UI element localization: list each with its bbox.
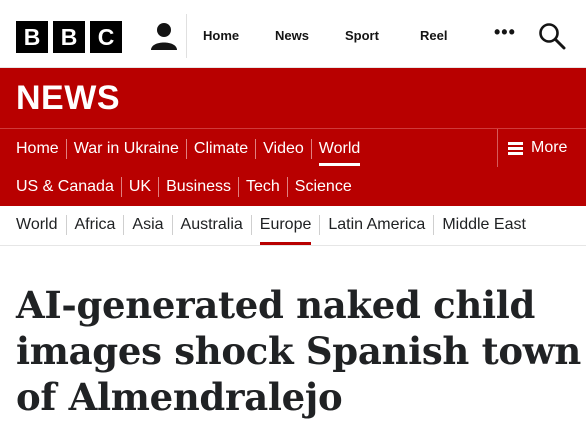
section-nav-world[interactable]: World [310, 139, 368, 166]
topnav-home[interactable]: Home [203, 28, 239, 43]
section-more-label: More [531, 139, 568, 156]
logo-letter-b1: B [16, 21, 48, 53]
hamburger-icon [508, 141, 523, 155]
region-nav-europe[interactable]: Europe [250, 215, 320, 245]
region-nav-world[interactable]: World [16, 215, 66, 235]
more-menu-button[interactable]: ••• [494, 22, 516, 43]
region-sub-nav: World Africa Asia Australia Europe Latin… [0, 206, 586, 246]
topnav-reel[interactable]: Reel [420, 28, 447, 43]
article-headline: AI-generated naked child images shock Sp… [16, 283, 581, 419]
section-nav-us-canada[interactable]: US & Canada [16, 177, 121, 197]
news-brand-title[interactable]: NEWS [16, 79, 120, 118]
region-nav-australia[interactable]: Australia [171, 215, 251, 235]
section-nav-row-1: Home War in Ukraine Climate Video World [16, 139, 368, 166]
account-icon[interactable] [148, 20, 180, 52]
section-nav-tech[interactable]: Tech [238, 177, 287, 197]
section-nav-climate[interactable]: Climate [185, 139, 255, 159]
section-nav-science[interactable]: Science [286, 177, 359, 197]
logo-letter-c: C [90, 21, 122, 53]
masthead-divider [186, 14, 187, 58]
search-icon[interactable] [538, 22, 566, 50]
masthead: B B C Home News Sport Reel ••• [0, 0, 586, 68]
section-nav: Home War in Ukraine Climate Video World … [0, 128, 586, 206]
logo-letter-b2: B [53, 21, 85, 53]
section-more-button[interactable]: More [497, 129, 586, 167]
region-nav-latin-america[interactable]: Latin America [319, 215, 433, 235]
topnav-sport[interactable]: Sport [345, 28, 379, 43]
news-brand-band: NEWS [0, 68, 586, 128]
section-nav-video[interactable]: Video [255, 139, 311, 159]
section-nav-row-2: US & Canada UK Business Tech Science [16, 177, 359, 197]
bbc-logo[interactable]: B B C [16, 21, 122, 53]
topnav-news[interactable]: News [275, 28, 309, 43]
region-nav-africa[interactable]: Africa [65, 215, 124, 235]
region-nav-middle-east[interactable]: Middle East [433, 215, 534, 235]
section-nav-home[interactable]: Home [16, 139, 66, 159]
region-sub-nav-row: World Africa Asia Australia Europe Latin… [16, 215, 534, 245]
section-nav-business[interactable]: Business [158, 177, 238, 197]
section-nav-uk[interactable]: UK [120, 177, 158, 197]
section-nav-war-in-ukraine[interactable]: War in Ukraine [65, 139, 186, 159]
region-nav-asia[interactable]: Asia [123, 215, 171, 235]
